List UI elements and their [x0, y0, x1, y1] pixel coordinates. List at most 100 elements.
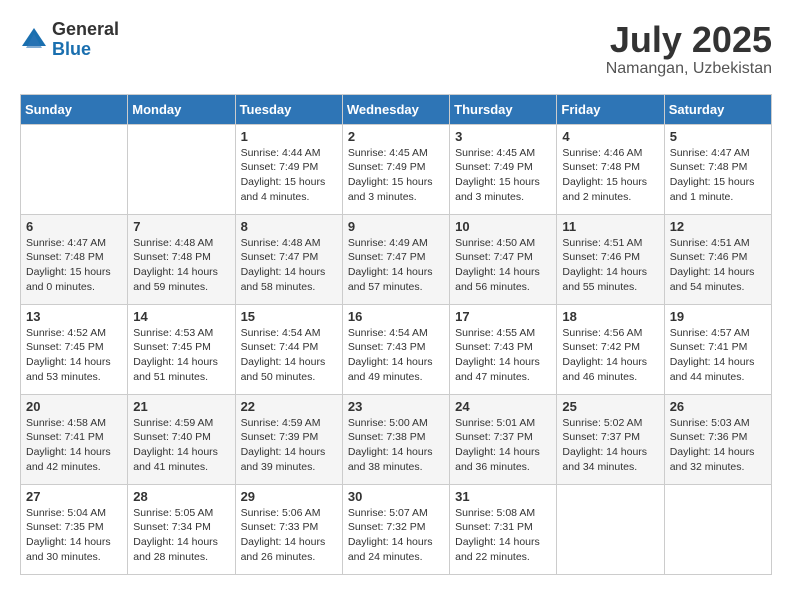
day-number: 13 — [26, 309, 122, 324]
day-number: 6 — [26, 219, 122, 234]
day-info: Sunrise: 4:58 AMSunset: 7:41 PMDaylight:… — [26, 416, 122, 475]
day-number: 12 — [670, 219, 766, 234]
header-monday: Monday — [128, 94, 235, 124]
day-info: Sunrise: 4:52 AMSunset: 7:45 PMDaylight:… — [26, 326, 122, 385]
calendar-day: 7Sunrise: 4:48 AMSunset: 7:48 PMDaylight… — [128, 214, 235, 304]
day-info: Sunrise: 5:04 AMSunset: 7:35 PMDaylight:… — [26, 506, 122, 565]
day-number: 25 — [562, 399, 658, 414]
day-number: 24 — [455, 399, 551, 414]
calendar-day: 23 Sunrise: 5:00 AMSunset: 7:38 PMDayligh… — [342, 394, 449, 484]
calendar-week-1: 6 Sunrise: 4:47 AMSunset: 7:48 PMDaylight… — [21, 214, 772, 304]
header-sunday: Sunday — [21, 94, 128, 124]
day-info: Sunrise: 4:53 AMSunset: 7:45 PMDaylight:… — [133, 326, 229, 385]
calendar-day: 17 Sunrise: 4:55 AMSunset: 7:43 PMDayligh… — [450, 304, 557, 394]
day-info: Sunrise: 4:54 AMSunset: 7:43 PMDaylight:… — [348, 326, 444, 385]
day-info: Sunrise: 4:50 AMSunset: 7:47 PMDaylight:… — [455, 236, 551, 295]
calendar-day: 9 Sunrise: 4:49 AMSunset: 7:47 PMDaylight… — [342, 214, 449, 304]
calendar-day: 4Sunrise: 4:46 AMSunset: 7:48 PMDaylight… — [557, 124, 664, 214]
day-info: Sunrise: 4:48 AMSunset: 7:47 PMDaylight:… — [241, 236, 337, 295]
calendar-day: 22 Sunrise: 4:59 AMSunset: 7:39 PMDayligh… — [235, 394, 342, 484]
day-number: 15 — [241, 309, 337, 324]
calendar-day: 1Sunrise: 4:44 AMSunset: 7:49 PMDaylight… — [235, 124, 342, 214]
day-info: Sunrise: 4:59 AMSunset: 7:39 PMDaylight:… — [241, 416, 337, 475]
logo-general: General — [52, 20, 119, 40]
calendar-day: 16Sunrise: 4:54 AMSunset: 7:43 PMDayligh… — [342, 304, 449, 394]
day-info: Sunrise: 4:59 AMSunset: 7:40 PMDaylight:… — [133, 416, 229, 475]
day-info: Sunrise: 5:06 AMSunset: 7:33 PMDaylight:… — [241, 506, 337, 565]
day-info: Sunrise: 5:03 AMSunset: 7:36 PMDaylight:… — [670, 416, 766, 475]
calendar-week-2: 13 Sunrise: 4:52 AMSunset: 7:45 PMDayligh… — [21, 304, 772, 394]
day-info: Sunrise: 4:55 AMSunset: 7:43 PMDaylight:… — [455, 326, 551, 385]
day-info: Sunrise: 5:02 AMSunset: 7:37 PMDaylight:… — [562, 416, 658, 475]
day-number: 2 — [348, 129, 444, 144]
day-number: 18 — [562, 309, 658, 324]
day-number: 23 — [348, 399, 444, 414]
day-info: Sunrise: 4:47 AMSunset: 7:48 PMDaylight:… — [26, 236, 122, 295]
calendar-header: Sunday Monday Tuesday Wednesday Thursday… — [21, 94, 772, 124]
calendar-day: 11 Sunrise: 4:51 AMSunset: 7:46 PMDayligh… — [557, 214, 664, 304]
calendar-day: 2 Sunrise: 4:45 AMSunset: 7:49 PMDaylight… — [342, 124, 449, 214]
calendar-day: 30 Sunrise: 5:07 AMSunset: 7:32 PMDayligh… — [342, 484, 449, 574]
calendar-day: 29Sunrise: 5:06 AMSunset: 7:33 PMDayligh… — [235, 484, 342, 574]
day-number: 20 — [26, 399, 122, 414]
calendar-day: 19 Sunrise: 4:57 AMSunset: 7:41 PMDayligh… — [664, 304, 771, 394]
day-number: 10 — [455, 219, 551, 234]
day-number: 19 — [670, 309, 766, 324]
day-number: 8 — [241, 219, 337, 234]
header-friday: Friday — [557, 94, 664, 124]
calendar-table: Sunday Monday Tuesday Wednesday Thursday… — [20, 94, 772, 575]
day-number: 5 — [670, 129, 766, 144]
day-number: 1 — [241, 129, 337, 144]
day-info: Sunrise: 5:07 AMSunset: 7:32 PMDaylight:… — [348, 506, 444, 565]
calendar-day: 26Sunrise: 5:03 AMSunset: 7:36 PMDayligh… — [664, 394, 771, 484]
location: Namangan, Uzbekistan — [606, 60, 772, 78]
day-number: 4 — [562, 129, 658, 144]
calendar-day: 25 Sunrise: 5:02 AMSunset: 7:37 PMDayligh… — [557, 394, 664, 484]
day-info: Sunrise: 4:49 AMSunset: 7:47 PMDaylight:… — [348, 236, 444, 295]
logo-blue: Blue — [52, 40, 119, 60]
month-title: July 2025 — [606, 20, 772, 60]
calendar-day: 3Sunrise: 4:45 AMSunset: 7:49 PMDaylight… — [450, 124, 557, 214]
calendar-day: 15 Sunrise: 4:54 AMSunset: 7:44 PMDayligh… — [235, 304, 342, 394]
title-area: July 2025 Namangan, Uzbekistan — [606, 20, 772, 78]
day-number: 31 — [455, 489, 551, 504]
day-info: Sunrise: 4:54 AMSunset: 7:44 PMDaylight:… — [241, 326, 337, 385]
day-number: 28 — [133, 489, 229, 504]
calendar-day: 24 Sunrise: 5:01 AMSunset: 7:37 PMDayligh… — [450, 394, 557, 484]
calendar-day: 13 Sunrise: 4:52 AMSunset: 7:45 PMDayligh… — [21, 304, 128, 394]
logo-text: General Blue — [52, 20, 119, 60]
header-row: Sunday Monday Tuesday Wednesday Thursday… — [21, 94, 772, 124]
calendar-day: 5 Sunrise: 4:47 AMSunset: 7:48 PMDaylight… — [664, 124, 771, 214]
day-info: Sunrise: 4:48 AMSunset: 7:48 PMDaylight:… — [133, 236, 229, 295]
day-info: Sunrise: 5:08 AMSunset: 7:31 PMDaylight:… — [455, 506, 551, 565]
calendar-day: 20 Sunrise: 4:58 AMSunset: 7:41 PMDayligh… — [21, 394, 128, 484]
day-number: 11 — [562, 219, 658, 234]
logo: General Blue — [20, 20, 119, 60]
calendar-day: 12Sunrise: 4:51 AMSunset: 7:46 PMDayligh… — [664, 214, 771, 304]
day-info: Sunrise: 4:56 AMSunset: 7:42 PMDaylight:… — [562, 326, 658, 385]
day-info: Sunrise: 5:01 AMSunset: 7:37 PMDaylight:… — [455, 416, 551, 475]
day-number: 30 — [348, 489, 444, 504]
calendar-day — [557, 484, 664, 574]
calendar-day — [21, 124, 128, 214]
header-saturday: Saturday — [664, 94, 771, 124]
calendar-week-0: 1Sunrise: 4:44 AMSunset: 7:49 PMDaylight… — [21, 124, 772, 214]
calendar-day — [128, 124, 235, 214]
day-info: Sunrise: 4:47 AMSunset: 7:48 PMDaylight:… — [670, 146, 766, 205]
day-info: Sunrise: 4:45 AMSunset: 7:49 PMDaylight:… — [348, 146, 444, 205]
day-number: 9 — [348, 219, 444, 234]
day-info: Sunrise: 5:00 AMSunset: 7:38 PMDaylight:… — [348, 416, 444, 475]
calendar-day: 6 Sunrise: 4:47 AMSunset: 7:48 PMDaylight… — [21, 214, 128, 304]
day-number: 14 — [133, 309, 229, 324]
day-number: 22 — [241, 399, 337, 414]
day-info: Sunrise: 4:57 AMSunset: 7:41 PMDaylight:… — [670, 326, 766, 385]
header-tuesday: Tuesday — [235, 94, 342, 124]
day-number: 27 — [26, 489, 122, 504]
day-number: 21 — [133, 399, 229, 414]
calendar-body: 1Sunrise: 4:44 AMSunset: 7:49 PMDaylight… — [21, 124, 772, 574]
calendar-day: 8 Sunrise: 4:48 AMSunset: 7:47 PMDaylight… — [235, 214, 342, 304]
day-info: Sunrise: 4:51 AMSunset: 7:46 PMDaylight:… — [562, 236, 658, 295]
calendar-week-3: 20 Sunrise: 4:58 AMSunset: 7:41 PMDayligh… — [21, 394, 772, 484]
day-info: Sunrise: 5:05 AMSunset: 7:34 PMDaylight:… — [133, 506, 229, 565]
day-number: 17 — [455, 309, 551, 324]
